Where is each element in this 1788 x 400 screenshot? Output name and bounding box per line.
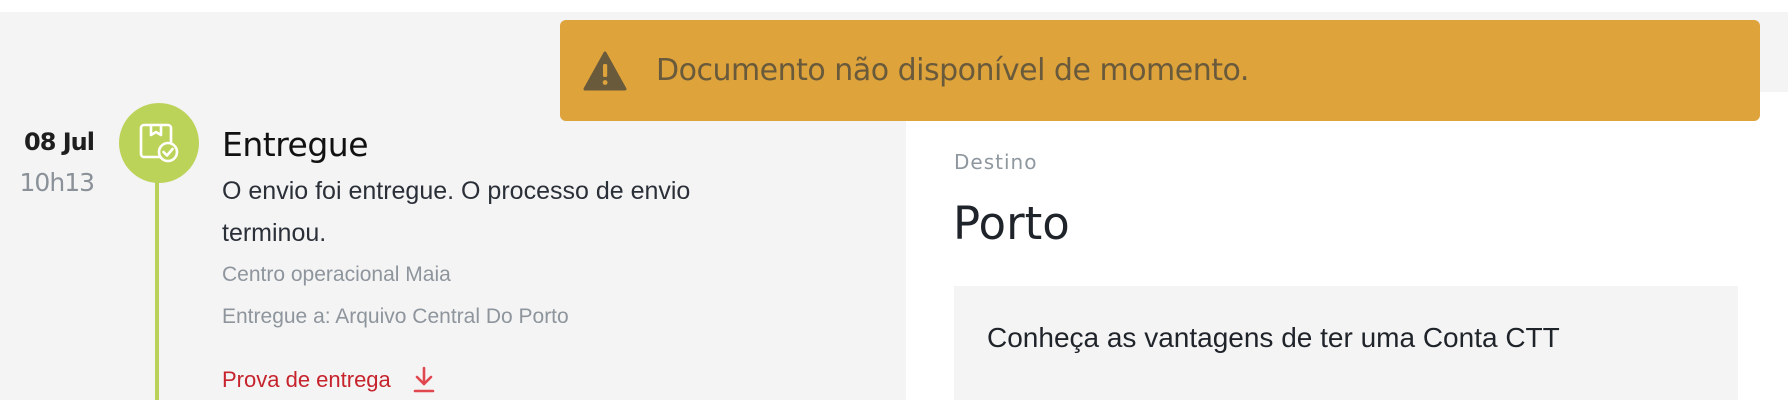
event-time: 10h13 — [19, 168, 95, 197]
timeline-status-marker — [119, 103, 199, 183]
download-icon — [413, 366, 435, 393]
warning-icon — [583, 51, 627, 90]
toast-message: Documento não disponível de momento. — [656, 53, 1249, 88]
tracking-page: 08 Jul 10h13 Entregue O envio foi entreg… — [0, 0, 1788, 400]
proof-of-delivery-link[interactable]: Prova de entrega — [222, 366, 435, 394]
proof-of-delivery-label: Prova de entrega — [222, 367, 391, 392]
warning-toast: Documento não disponível de momento. — [560, 20, 1760, 121]
timeline-line — [155, 176, 159, 400]
event-recipient: Entregue a: Arquivo Central Do Porto — [222, 305, 569, 328]
event-location: Centro operacional Maia — [222, 263, 451, 286]
promo-box[interactable]: Conheça as vantagens de ter uma Conta CT… — [954, 286, 1738, 400]
delivered-box-icon — [139, 123, 179, 163]
event-date: 08 Jul — [24, 128, 95, 156]
event-description: O envio foi entregue. O processo de envi… — [222, 177, 691, 247]
event-title: Entregue — [222, 125, 369, 164]
destination-label: Destino — [954, 150, 1038, 174]
promo-text: Conheça as vantagens de ter uma Conta CT… — [987, 322, 1560, 353]
destination-city: Porto — [953, 197, 1070, 250]
